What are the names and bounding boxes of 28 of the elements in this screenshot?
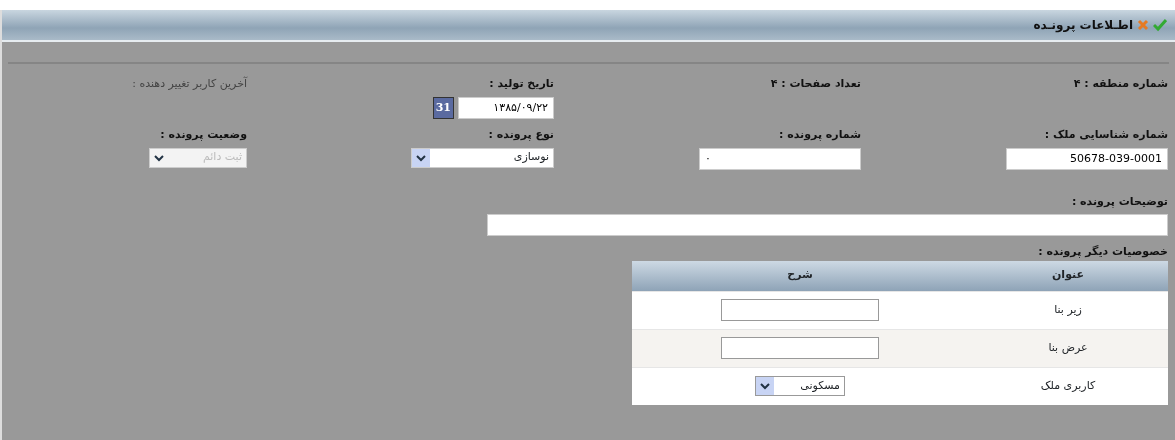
input-field[interactable] [721,299,879,321]
calendar-button[interactable]: 31 [432,96,454,119]
caret-icon [412,148,430,167]
description-field[interactable] [487,214,1168,236]
input-field[interactable]: ۰ [699,147,861,170]
field-label: شماره پرونده : [779,127,861,143]
field-label: تاریخ تولید : [489,76,554,92]
field-label: توضیحات پرونده : [1071,193,1168,210]
table-cell-text: عرض بنا [1047,339,1089,356]
input-field[interactable]: 50678-039-0001 [1006,147,1168,170]
field-label: شماره شناسایی ملک : [1044,127,1168,143]
column-header: شرح [786,267,814,284]
date-field[interactable]: ۱۳۸۵/۰۹/۲۲ [458,96,554,119]
input-field[interactable] [721,337,879,359]
field-label: وضعیت پرونده : [160,127,247,143]
check-icon[interactable] [1153,16,1167,34]
field-label: خصوصیات دیگر پرونده : [1038,244,1169,260]
field-label: شماره منطقه : ۴ [1073,76,1168,92]
field-label: نوع پرونده : [488,127,554,143]
window-title: اطـلاعات پرونـده [1033,17,1133,34]
dropdown[interactable]: نوسازی [411,147,554,168]
field-label: تعداد صفحات : ۴ [770,76,861,92]
column-header: عنوان [1050,267,1086,284]
caret-icon [756,377,774,395]
table-cell-text: کاربری ملک [1039,377,1097,394]
table-cell-text: زیر بنا [1053,301,1083,318]
dropdown[interactable]: مسکونی [755,376,845,396]
field-label: آخرین کاربر تغییر دهنده : [132,76,247,92]
